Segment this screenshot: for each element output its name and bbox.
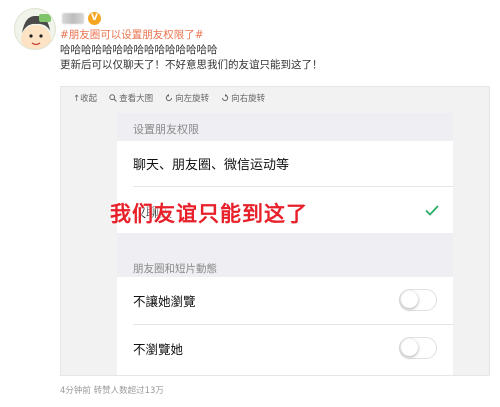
- user-row: V: [62, 10, 101, 26]
- hashtag-link[interactable]: #朋友圈可以设置朋友权限了#: [60, 29, 204, 41]
- rotate-left-label: 向左旋转: [175, 94, 210, 104]
- checkmark-icon: [425, 205, 439, 216]
- section-title-moments: 朋友圈和短片動態: [133, 263, 217, 275]
- media-frame: ↑收起 查看大图 向左旋转 向右旋转 设置朋友权限 聊天、朋友圈、微信运动等 仅…: [60, 86, 490, 376]
- divider: [133, 186, 453, 187]
- toggle-knob: [401, 291, 418, 308]
- laugh-line: 哈哈哈哈哈哈哈哈哈哈哈哈哈哈哈: [60, 44, 218, 56]
- divider: [133, 324, 453, 325]
- toggle-label-dont-view-her: 不瀏覽她: [133, 342, 184, 357]
- rotate-left-icon: [165, 94, 173, 102]
- section-title-permissions: 设置朋友权限: [133, 123, 199, 136]
- media-toolbar: ↑收起 查看大图 向左旋转 向右旋转: [61, 87, 489, 109]
- verified-badge-icon: V: [88, 11, 101, 25]
- post-meta-footer: 4分钟前 转赞人数超过13万: [60, 386, 164, 396]
- view-large-button[interactable]: 查看大图: [109, 92, 153, 104]
- avatar[interactable]: [14, 8, 56, 50]
- username-redacted[interactable]: [62, 12, 84, 24]
- weibo-post: V #朋友圈可以设置朋友权限了# 哈哈哈哈哈哈哈哈哈哈哈哈哈哈哈 更新后可以仅聊…: [0, 0, 500, 407]
- magnifier-icon: [109, 94, 117, 102]
- post-body: 更新后可以仅聊天了！不好意思我们的友谊只能到这了！: [60, 59, 323, 71]
- option-all-features: 聊天、朋友圈、微信运动等: [133, 158, 290, 173]
- rotate-right-button[interactable]: 向右旋转: [221, 92, 265, 104]
- wechat-settings-screenshot[interactable]: 设置朋友权限 聊天、朋友圈、微信运动等 仅聊天 朋友圈和短片動態 不讓她瀏覽 不…: [117, 113, 453, 375]
- rotate-right-label: 向右旋转: [231, 94, 266, 104]
- hide-from-her-toggle[interactable]: [399, 289, 437, 311]
- privacy-toggles-card: 不讓她瀏覽 不瀏覽她: [117, 277, 453, 375]
- toggle-label-hide-from-her: 不讓她瀏覽: [133, 294, 196, 309]
- rotate-left-button[interactable]: 向左旋转: [165, 92, 209, 104]
- collapse-label: ↑收起: [73, 94, 98, 104]
- dont-view-her-toggle[interactable]: [399, 337, 437, 359]
- collapse-button[interactable]: ↑收起: [73, 92, 97, 104]
- toggle-knob: [401, 339, 418, 356]
- overlay-caption: 我们友谊只能到这了: [110, 202, 308, 226]
- view-large-label: 查看大图: [119, 94, 154, 104]
- post-text: #朋友圈可以设置朋友权限了# 哈哈哈哈哈哈哈哈哈哈哈哈哈哈哈 更新后可以仅聊天了…: [60, 28, 490, 73]
- rotate-right-icon: [222, 94, 229, 102]
